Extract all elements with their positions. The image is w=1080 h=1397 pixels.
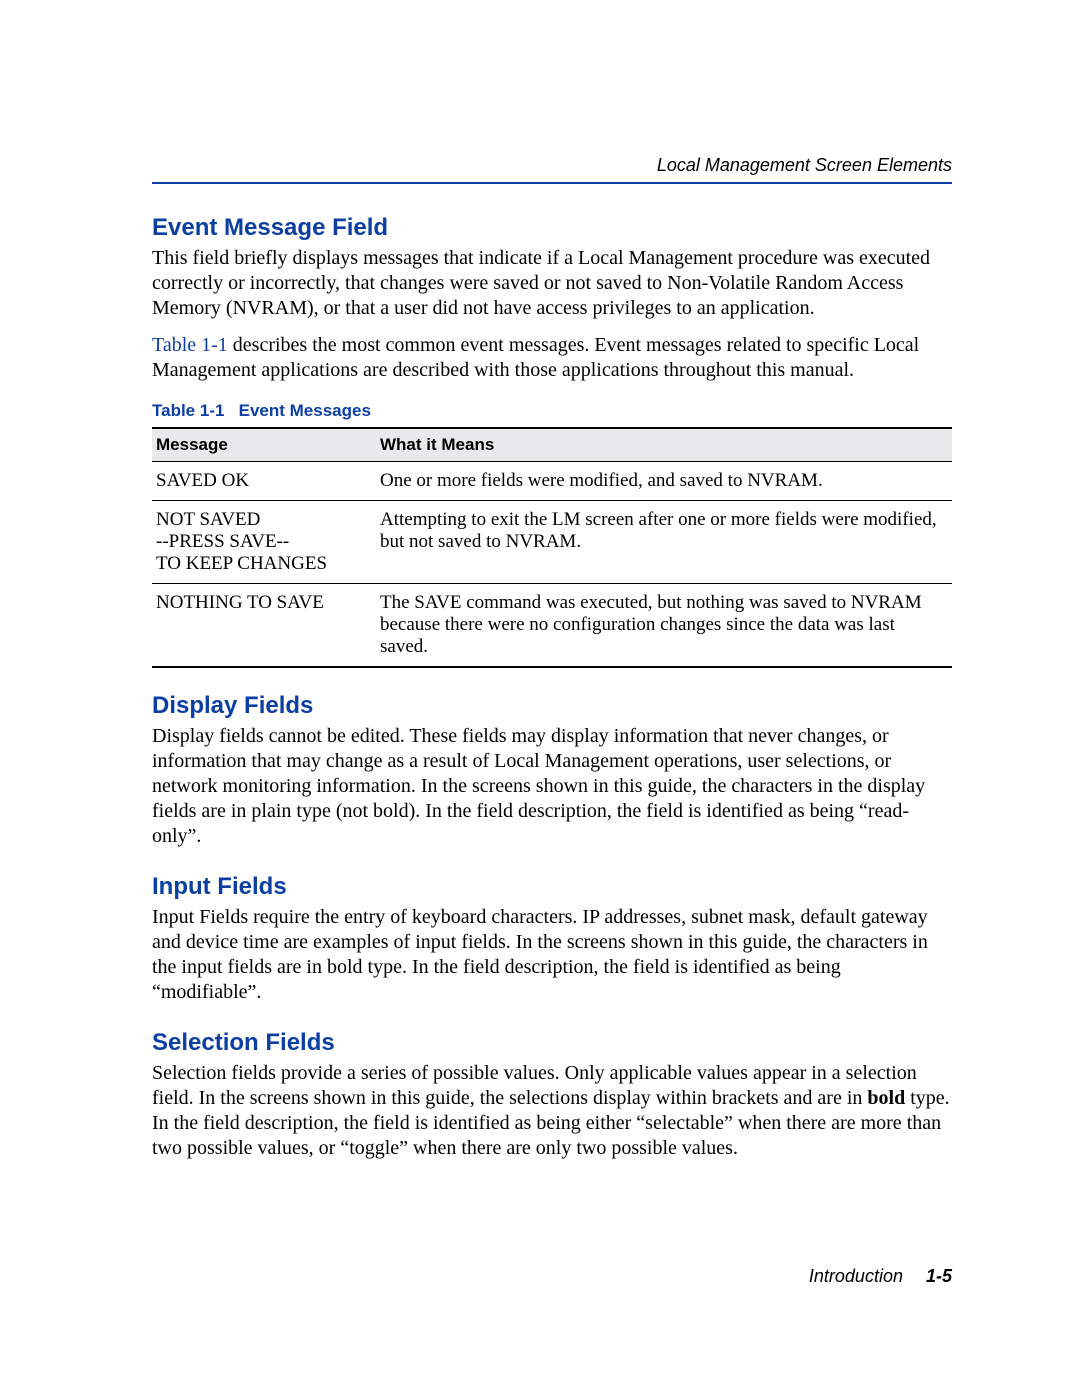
footer-page-number: 1-5: [926, 1266, 952, 1286]
event-messages-table: Message What it Means SAVED OK One or mo…: [152, 427, 952, 668]
heading-selection-fields: Selection Fields: [152, 1029, 952, 1057]
header-rule: [152, 182, 952, 184]
heading-display-fields: Display Fields: [152, 692, 952, 720]
para-selection-pre: Selection fields provide a series of pos…: [152, 1062, 917, 1109]
para-display-fields: Display fields cannot be edited. These f…: [152, 724, 952, 849]
cell-message: NOTHING TO SAVE: [152, 584, 376, 668]
table-row: NOTHING TO SAVE The SAVE command was exe…: [152, 584, 952, 668]
footer-chapter: Introduction: [809, 1266, 903, 1286]
cell-meaning: One or more fields were modified, and sa…: [376, 462, 952, 501]
para-input-fields: Input Fields require the entry of keyboa…: [152, 905, 952, 1005]
cell-message: SAVED OK: [152, 462, 376, 501]
page-footer: Introduction 1-5: [809, 1266, 952, 1287]
cell-message: NOT SAVED --PRESS SAVE-- TO KEEP CHANGES: [152, 501, 376, 584]
cell-meaning: The SAVE command was executed, but nothi…: [376, 584, 952, 668]
heading-event-message-field: Event Message Field: [152, 214, 952, 242]
table-reference-link[interactable]: Table 1-1: [152, 334, 228, 356]
table-row: NOT SAVED --PRESS SAVE-- TO KEEP CHANGES…: [152, 501, 952, 584]
running-header: Local Management Screen Elements: [152, 155, 952, 176]
table-header-meaning: What it Means: [376, 428, 952, 462]
table-header-message: Message: [152, 428, 376, 462]
table-header-row: Message What it Means: [152, 428, 952, 462]
para-selection-fields: Selection fields provide a series of pos…: [152, 1061, 952, 1161]
table-caption-label: Table 1-1: [152, 401, 224, 420]
table-caption: Table 1-1 Event Messages: [152, 401, 952, 421]
cell-meaning: Attempting to exit the LM screen after o…: [376, 501, 952, 584]
para-selection-bold: bold: [867, 1087, 905, 1109]
table-caption-title: Event Messages: [239, 401, 371, 420]
table-row: SAVED OK One or more fields were modifie…: [152, 462, 952, 501]
heading-input-fields: Input Fields: [152, 873, 952, 901]
page: Local Management Screen Elements Event M…: [0, 0, 1080, 1397]
para-event-msg-2-rest: describes the most common event messages…: [152, 334, 919, 381]
para-event-msg-1: This field briefly displays messages tha…: [152, 246, 952, 321]
para-event-msg-2: Table 1-1 describes the most common even…: [152, 333, 952, 383]
